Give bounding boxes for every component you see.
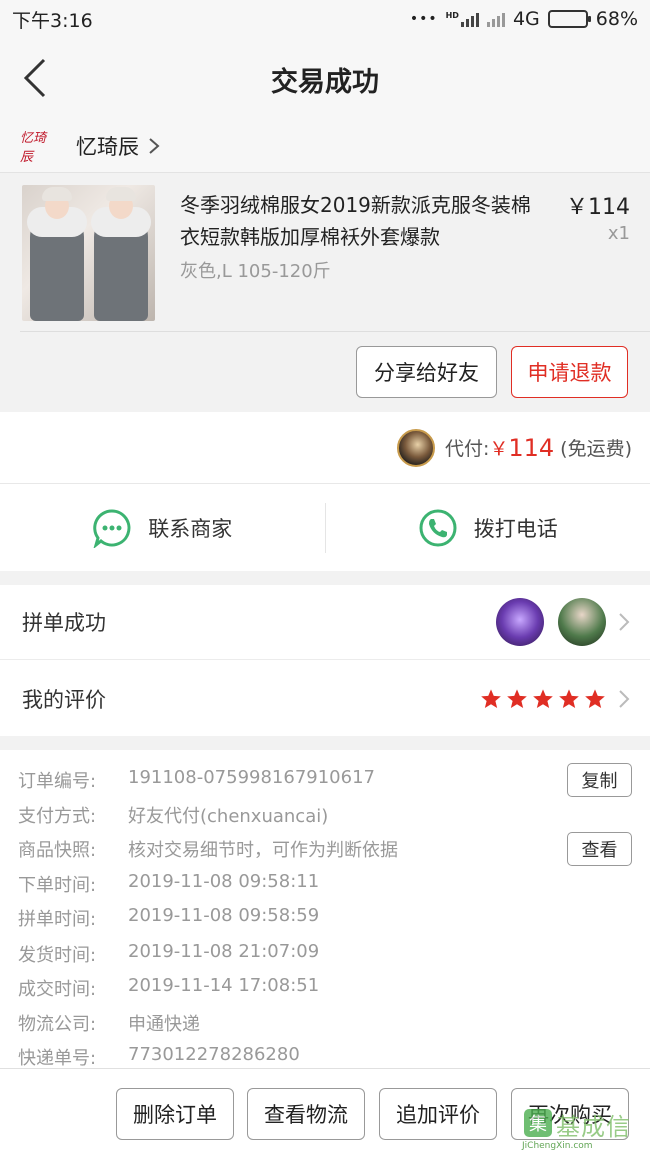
payment-amount: 114 xyxy=(508,433,555,462)
contact-merchant-button[interactable]: 联系商家 xyxy=(0,485,325,571)
order-info-key: 订单编号: xyxy=(18,771,97,792)
shop-name[interactable]: 忆琦辰 xyxy=(76,131,139,161)
product-image[interactable] xyxy=(22,185,155,321)
payment-row: 代付: ￥ 114 (免运费) xyxy=(0,412,650,484)
battery-icon xyxy=(547,10,591,28)
order-info-value: 2019-11-08 21:07:09 xyxy=(128,941,320,962)
order-info-row: 支付方式: 好友代付(chenxuancai) xyxy=(18,802,328,828)
network-label: 4G xyxy=(512,8,540,30)
watermark-text: JiChengXin.com xyxy=(522,1141,593,1151)
order-info-row: 发货时间: 2019-11-08 21:07:09 xyxy=(18,941,319,967)
chevron-right-icon xyxy=(619,613,630,631)
order-info: 订单编号: 191108-075998167910617 复制支付方式: 好友代付(c… xyxy=(0,750,650,1070)
order-info-value: 2019-11-08 09:58:59 xyxy=(128,905,320,926)
contact-merchant-label: 联系商家 xyxy=(148,517,233,541)
order-info-value: 2019-11-14 17:08:51 xyxy=(128,975,320,996)
order-info-value: 191108-075998167910617 xyxy=(128,767,375,788)
add-review-button[interactable]: 追加评价 xyxy=(379,1088,497,1140)
section-gap xyxy=(0,571,650,585)
order-info-value: 申通快递 xyxy=(128,1014,200,1035)
order-info-key: 物流公司: xyxy=(18,1014,97,1035)
battery-label: 68% xyxy=(595,8,638,30)
product-price: ￥114 xyxy=(566,195,630,220)
payment-label: 代付: xyxy=(444,438,490,460)
order-info-row: 订单编号: 191108-075998167910617 xyxy=(18,767,375,793)
product-title[interactable]: 冬季羽绒棉服女2019新款派克服冬装棉衣短款韩版加厚棉袄外套爆款 xyxy=(180,189,550,253)
review-label: 我的评价 xyxy=(22,687,106,712)
star-icon xyxy=(585,688,605,708)
star-icon xyxy=(481,688,501,708)
order-info-value: 核对交易细节时，可作为判断依据 xyxy=(128,840,398,861)
payment-currency: ￥ xyxy=(489,438,509,460)
shipping-note: (免运费) xyxy=(560,438,632,460)
order-info-row: 物流公司: 申通快递 xyxy=(18,1010,200,1036)
product-spec: 灰色,L 105-120斤 xyxy=(180,261,331,282)
review-row[interactable]: 我的评价 xyxy=(0,661,650,736)
delete-order-button[interactable]: 删除订单 xyxy=(116,1088,234,1140)
watermark-brand: 基成信 xyxy=(556,1113,631,1141)
status-time: 下午3:16 xyxy=(12,9,93,32)
group-buy-row[interactable]: 拼单成功 xyxy=(0,585,650,660)
status-bar: 下午3:16 ••• HD 4G 68% xyxy=(0,0,650,38)
share-button[interactable]: 分享给好友 xyxy=(356,346,497,398)
order-info-key: 下单时间: xyxy=(18,875,97,896)
order-info-key: 快递单号: xyxy=(18,1048,97,1069)
star-icon xyxy=(559,688,579,708)
copy-button[interactable]: 复制 xyxy=(567,763,632,797)
phone-icon xyxy=(419,509,457,547)
order-info-key: 成交时间: xyxy=(18,979,97,1000)
star-icon xyxy=(533,688,553,708)
star-icon xyxy=(507,688,527,708)
signal-hd-icon: HD xyxy=(446,11,479,27)
product-card: 冬季羽绒棉服女2019新款派克服冬装棉衣短款韩版加厚棉袄外套爆款 灰色,L 10… xyxy=(0,172,650,412)
notification-dots: ••• xyxy=(409,11,438,27)
watermark: 集 基成信 JiChengXin.com xyxy=(522,1107,644,1151)
order-info-row: 拼单时间: 2019-11-08 09:58:59 xyxy=(18,905,319,931)
order-info-row: 商品快照: 核对交易细节时，可作为判断依据 xyxy=(18,836,398,862)
order-info-key: 支付方式: xyxy=(18,806,97,827)
refund-button[interactable]: 申请退款 xyxy=(511,346,628,398)
watermark-logo-icon: 集 xyxy=(524,1109,552,1137)
order-info-value: 好友代付(chenxuancai) xyxy=(128,806,329,827)
rating-stars xyxy=(480,688,606,710)
call-phone-button[interactable]: 拨打电话 xyxy=(326,485,650,571)
product-quantity: x1 xyxy=(607,223,630,244)
order-info-value: 2019-11-08 09:58:11 xyxy=(128,871,320,892)
order-info-key: 商品快照: xyxy=(18,840,97,861)
order-info-key: 发货时间: xyxy=(18,945,97,966)
chat-icon xyxy=(93,509,131,548)
shop-logo: 忆琦辰 xyxy=(20,131,47,165)
view-snapshot-button[interactable]: 查看 xyxy=(567,832,632,866)
order-info-row: 快递单号: 773012278286280 xyxy=(18,1044,300,1070)
order-info-row: 下单时间: 2019-11-08 09:58:11 xyxy=(18,871,319,897)
signal-icon xyxy=(486,11,505,27)
contact-bar: 联系商家 拨打电话 xyxy=(0,485,650,571)
order-info-key: 拼单时间: xyxy=(18,909,97,930)
title-bar: 交易成功 xyxy=(0,38,650,120)
bottom-action-bar: 删除订单 查看物流 追加评价 再次购买 集 基成信 JiChengXin.com xyxy=(0,1068,650,1155)
view-logistics-button[interactable]: 查看物流 xyxy=(247,1088,365,1140)
chevron-right-icon xyxy=(619,689,630,708)
shop-row[interactable]: 忆琦辰 忆琦辰 xyxy=(0,120,650,172)
group-buy-label: 拼单成功 xyxy=(22,611,106,635)
order-info-row: 成交时间: 2019-11-14 17:08:51 xyxy=(18,975,319,1001)
chevron-right-icon xyxy=(149,138,160,154)
back-arrow-icon[interactable] xyxy=(20,56,54,100)
payer-avatar xyxy=(396,428,435,467)
call-phone-label: 拨打电话 xyxy=(473,517,558,541)
order-info-value: 773012278286280 xyxy=(128,1044,300,1065)
divider xyxy=(20,331,650,332)
status-icons: ••• HD 4G 68% xyxy=(410,8,638,30)
page-title: 交易成功 xyxy=(271,66,379,98)
group-member-avatar xyxy=(558,598,606,646)
group-member-avatar xyxy=(496,598,544,646)
section-gap xyxy=(0,736,650,750)
